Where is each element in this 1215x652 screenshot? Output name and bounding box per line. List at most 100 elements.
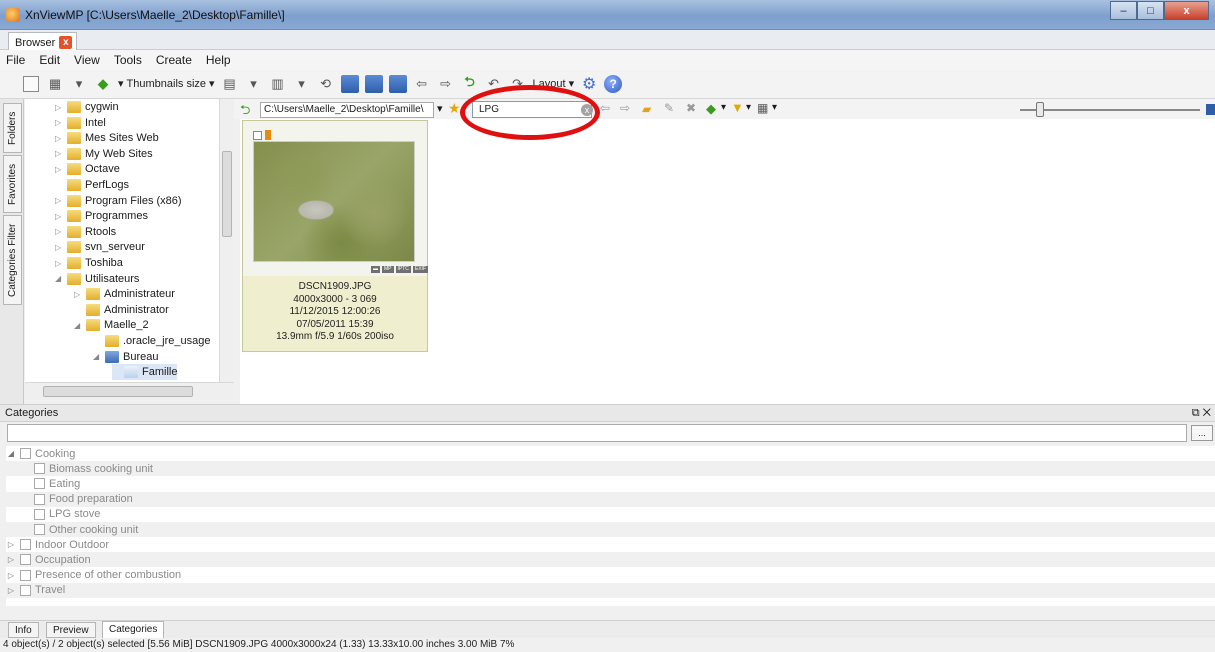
maximize-button[interactable]: □ — [1137, 1, 1164, 20]
tree-horizontal-scrollbar[interactable] — [25, 382, 234, 400]
tree-node[interactable]: Famille — [112, 364, 178, 381]
category-checkbox[interactable] — [34, 463, 45, 475]
image-icon[interactable] — [388, 74, 407, 93]
collapsed-triangle-icon[interactable]: ▷ — [55, 259, 63, 268]
expanded-triangle-icon[interactable]: ◢ — [55, 274, 63, 283]
category-row[interactable]: Food preparation — [6, 491, 1215, 507]
refresh-icon[interactable]: ⟲ — [317, 75, 335, 93]
category-row[interactable]: LPG stove — [6, 507, 1215, 522]
tab-categories[interactable]: Categories — [102, 621, 165, 639]
fullscreen-icon[interactable] — [22, 75, 40, 93]
tree-node[interactable]: ▷ Mes Sites Web — [55, 130, 159, 146]
tree-node[interactable]: ▷ Rtools — [55, 224, 116, 240]
tab-info[interactable]: Info — [8, 622, 39, 638]
menu-edit[interactable]: Edit — [39, 53, 60, 67]
favorite-star-icon[interactable]: ★ — [448, 100, 461, 117]
collapsed-triangle-icon[interactable]: ▷ — [55, 196, 63, 205]
slideshow-icon[interactable] — [364, 74, 383, 93]
collapsed-triangle-icon[interactable]: ▷ — [6, 571, 16, 580]
tree-hscroll-thumb[interactable] — [43, 386, 193, 397]
tree-node[interactable]: ▷ Program Files (x86) — [55, 193, 182, 209]
delete-icon[interactable]: ✖ — [686, 101, 696, 115]
funnel-icon[interactable]: ▼ — [731, 100, 744, 115]
collapsed-triangle-icon[interactable]: ▷ — [6, 540, 16, 549]
category-checkbox[interactable] — [34, 524, 45, 535]
category-row[interactable]: Other cooking unit — [6, 522, 1215, 537]
thumbnail-image[interactable] — [253, 141, 415, 262]
category-checkbox[interactable] — [20, 569, 31, 581]
expanded-triangle-icon[interactable]: ◢ — [74, 321, 82, 330]
filter-icon[interactable]: ▤ — [221, 75, 239, 93]
tree-node[interactable]: ◢ Maelle_2 — [74, 317, 149, 333]
tree-vertical-scrollbar[interactable] — [219, 99, 234, 382]
category-checkbox[interactable] — [34, 508, 45, 520]
thumbnail-card[interactable]: ▬ MP IPTC EXIF DSCN1909.JPG 4000x3000 - … — [242, 120, 429, 352]
side-tab-favorites[interactable]: Favorites — [3, 155, 22, 213]
categories-search-input[interactable] — [7, 424, 1187, 442]
categories-more-button[interactable]: ... — [1191, 425, 1213, 441]
category-row[interactable]: ▷ Presence of other combustion — [6, 568, 1215, 583]
category-row[interactable]: Biomass cooking unit — [6, 461, 1215, 477]
category-row[interactable]: ▷ Occupation — [6, 552, 1215, 568]
tree-node[interactable]: ▷ svn_serveur — [55, 239, 145, 255]
dropdown-arrow-icon[interactable]: ▾ — [293, 75, 311, 93]
next-icon[interactable]: ⇨ — [620, 101, 630, 115]
path-input[interactable]: C:\Users\Maelle_2\Desktop\Famille\ — [260, 102, 434, 118]
tree-node[interactable]: ▷ Intel — [55, 115, 106, 131]
tab-preview[interactable]: Preview — [46, 622, 96, 638]
menu-tools[interactable]: Tools — [114, 53, 142, 67]
zoom-slider-track[interactable] — [1020, 109, 1200, 111]
tree-node[interactable]: ▷ Octave — [55, 161, 120, 177]
thumbnails-size-dropdown[interactable]: ▾ Thumbnails size ▾ — [118, 77, 215, 91]
category-row[interactable]: ▷ Indoor Outdoor — [6, 537, 1215, 552]
tree-node[interactable]: ◢ Utilisateurs — [55, 271, 139, 287]
collapsed-triangle-icon[interactable]: ▷ — [55, 103, 63, 112]
menu-view[interactable]: View — [74, 53, 100, 67]
category-checkbox[interactable] — [20, 554, 31, 566]
category-row[interactable]: ▷ Travel — [6, 582, 1215, 598]
dropdown-arrow-icon[interactable]: ▾ — [721, 102, 726, 113]
edit-icon[interactable]: ✎ — [664, 101, 674, 115]
back-arrow-icon[interactable]: ⇦ — [413, 75, 431, 93]
settings-gear-icon[interactable]: ⚙ — [580, 75, 598, 93]
menu-help[interactable]: Help — [206, 53, 231, 67]
sort-order-icon[interactable]: ◆ — [706, 101, 716, 117]
tree-node[interactable]: ▷ Programmes — [55, 208, 148, 224]
collapsed-triangle-icon[interactable]: ▷ — [55, 243, 63, 252]
sort-icon[interactable]: ◆ — [94, 75, 112, 93]
thumbnail-checkbox[interactable] — [253, 131, 262, 140]
collapsed-triangle-icon[interactable]: ▷ — [55, 212, 63, 221]
forward-arrow-icon[interactable]: ⇨ — [437, 75, 455, 93]
tree-node[interactable]: ▷ cygwin — [55, 99, 119, 115]
path-dropdown-icon[interactable]: ▾ — [437, 102, 443, 115]
tree-node[interactable]: ▷ My Web Sites — [55, 146, 153, 162]
close-tab-icon[interactable]: x — [59, 36, 73, 49]
dropdown-arrow-icon[interactable]: ▾ — [245, 75, 263, 93]
collapsed-triangle-icon[interactable]: ▷ — [6, 555, 16, 564]
collapsed-triangle-icon[interactable]: ▷ — [6, 586, 16, 595]
view-mode-icon[interactable]: ▦ — [46, 75, 64, 93]
dock-float-icon[interactable]: ⧉ ✕ — [1192, 405, 1211, 422]
tree-node[interactable]: ◢ Bureau — [93, 349, 158, 365]
close-window-button[interactable]: x — [1164, 1, 1209, 20]
collapsed-triangle-icon[interactable]: ▷ — [55, 118, 63, 127]
category-checkbox[interactable] — [20, 539, 31, 551]
dropdown-arrow-icon[interactable]: ▾ — [70, 75, 88, 93]
side-tab-folders[interactable]: Folders — [3, 103, 22, 153]
help-icon[interactable]: ? — [604, 74, 623, 93]
dropdown-arrow-icon[interactable]: ▾ — [746, 102, 751, 113]
minimize-button[interactable]: – — [1110, 1, 1137, 20]
collapsed-triangle-icon[interactable]: ▷ — [55, 165, 63, 174]
menu-create[interactable]: Create — [156, 53, 192, 67]
tree-node[interactable]: ▷ Administrateur — [74, 286, 175, 302]
panel-icon[interactable] — [1206, 104, 1215, 115]
previous-icon[interactable]: ⇦ — [600, 101, 610, 115]
calendar-icon[interactable]: ▥ — [269, 75, 287, 93]
camera-icon[interactable] — [340, 74, 359, 93]
grid-view-icon[interactable]: ▦ — [757, 101, 768, 115]
collapsed-triangle-icon[interactable]: ▷ — [55, 227, 63, 236]
dropdown-arrow-icon[interactable]: ▾ — [772, 102, 777, 113]
tree-node[interactable]: Administrator — [74, 302, 169, 318]
tab-browser[interactable]: Browser x — [8, 32, 78, 50]
tree-node[interactable]: ▷ Toshiba — [55, 255, 123, 271]
